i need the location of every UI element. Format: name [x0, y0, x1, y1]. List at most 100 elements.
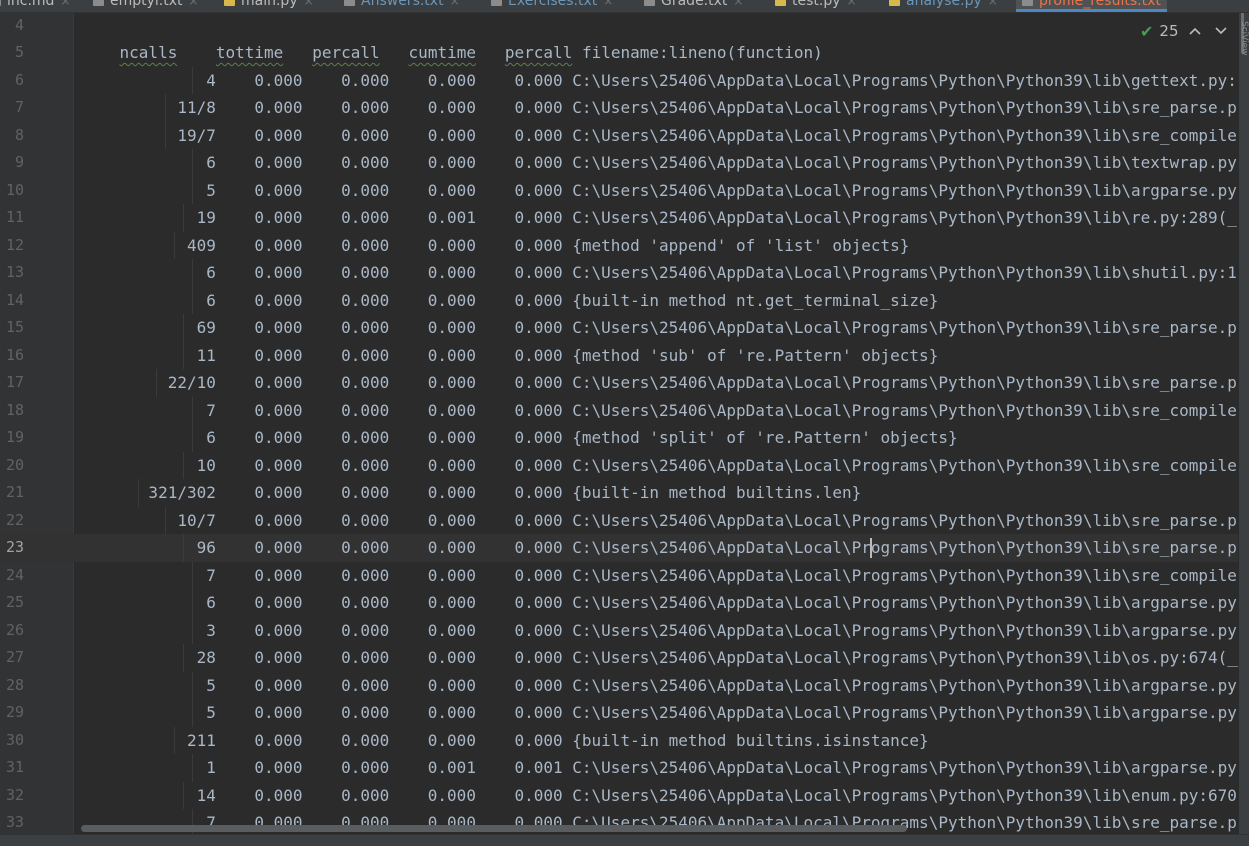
code-text: 6 0.000 0.000 0.000 0.000 C:\Users\25406…	[81, 153, 1239, 172]
close-icon[interactable]: ×	[847, 0, 857, 8]
code-text: 6 0.000 0.000 0.000 0.000 {method 'split…	[81, 428, 958, 447]
tab-emptyl-txt[interactable]: emptyl.txt ×	[93, 0, 199, 12]
line-number: 6	[14, 70, 24, 89]
code-line[interactable]: 19 6 0.000 0.000 0.000 0.000 {method 'sp…	[0, 424, 1239, 452]
close-icon[interactable]: ×	[733, 0, 743, 8]
check-icon: ✔	[1140, 21, 1154, 41]
code-text: 5 0.000 0.000 0.000 0.000 C:\Users\25406…	[81, 675, 1239, 695]
code-line[interactable]: 28 5 0.000 0.000 0.000 0.000 C:\Users\25…	[0, 671, 1239, 699]
code-line[interactable]: 12 409 0.000 0.000 0.000 0.000 {method '…	[0, 231, 1239, 259]
code-text: 5 0.000 0.000 0.000 0.000 C:\Users\25406…	[81, 703, 1239, 722]
line-number: 10	[5, 180, 24, 199]
code-line[interactable]: 30 211 0.000 0.000 0.000 0.000 {built-in…	[0, 726, 1239, 754]
tab-test-py[interactable]: test.py ×	[775, 0, 857, 12]
text-file-icon	[644, 0, 655, 6]
code-line[interactable]: 22 10/7 0.000 0.000 0.000 0.000 C:\Users…	[0, 506, 1239, 534]
code-line[interactable]: 23 96 0.000 0.000 0.000 0.000 C:\Users\2…	[0, 534, 1239, 562]
tab-grade-txt[interactable]: Grade.txt ×	[644, 0, 743, 12]
line-number: 9	[14, 153, 24, 171]
code-line[interactable]: 27 28 0.000 0.000 0.000 0.000 C:\Users\2…	[0, 644, 1239, 672]
tab-label: Grade.txt	[661, 0, 728, 9]
tab-inc-md[interactable]: inc.md ×	[0, 0, 71, 12]
code-line[interactable]: 8 19/7 0.000 0.000 0.000 0.000 C:\Users\…	[0, 121, 1239, 149]
code-line[interactable]: 21 321/302 0.000 0.000 0.000 0.000 {buil…	[0, 479, 1239, 507]
python-file-icon	[889, 0, 900, 6]
code-line[interactable]: 15 69 0.000 0.000 0.000 0.000 C:\Users\2…	[0, 314, 1239, 342]
chevron-down-icon	[1214, 26, 1227, 34]
line-number: 29	[5, 703, 24, 721]
code-text: 6 0.000 0.000 0.000 0.000 {built-in meth…	[81, 290, 939, 310]
code-line[interactable]: 32 14 0.000 0.000 0.000 0.000 C:\Users\2…	[0, 781, 1239, 809]
code-line[interactable]: 10 5 0.000 0.000 0.000 0.000 C:\Users\25…	[0, 176, 1239, 204]
code-text: 14 0.000 0.000 0.000 0.000 C:\Users\2540…	[81, 785, 1239, 805]
code-text: 5 0.000 0.000 0.000 0.000 C:\Users\25406…	[81, 180, 1239, 200]
python-file-icon	[224, 0, 235, 6]
tab-answers-txt[interactable]: Answers.txt ×	[344, 0, 460, 12]
column-header: ncalls tottime percall cumtime percall f…	[81, 39, 823, 67]
code-text: 6 0.000 0.000 0.000 0.000 C:\Users\25406…	[81, 593, 1239, 612]
code-text: 6 0.000 0.000 0.000 0.000 C:\Users\25406…	[81, 263, 1239, 282]
line-number: 31	[5, 758, 24, 776]
previous-highlight-button[interactable]	[1185, 24, 1205, 39]
line-number: 13	[5, 263, 24, 281]
code-line[interactable]: 31 1 0.000 0.000 0.001 0.001 C:\Users\25…	[0, 754, 1239, 782]
close-icon[interactable]: ×	[988, 0, 998, 8]
tab-profile-results-txt[interactable]: profile_results.txt	[1016, 0, 1167, 12]
code-text: 96 0.000 0.000 0.000 0.000 C:\Users\2540…	[81, 538, 1239, 557]
code-line[interactable]: 9 6 0.000 0.000 0.000 0.000 C:\Users\254…	[0, 149, 1239, 177]
code-line[interactable]: 18 7 0.000 0.000 0.000 0.000 C:\Users\25…	[0, 396, 1239, 424]
tab-label: analyse.py	[906, 0, 982, 9]
tab-label: test.py	[792, 0, 841, 9]
tab-analyse-py[interactable]: analyse.py ×	[889, 0, 998, 12]
text-file-icon	[93, 0, 104, 6]
chevron-up-icon	[1188, 27, 1201, 35]
editor-tab-bar: inc.md × emptyl.txt × main.py × Answers.txt × Ex…	[0, 0, 1249, 13]
close-icon[interactable]: ×	[450, 0, 460, 8]
code-line[interactable]: 17 22/10 0.000 0.000 0.000 0.000 C:\User…	[0, 369, 1239, 397]
close-icon[interactable]: ×	[304, 0, 314, 8]
code-text: 409 0.000 0.000 0.000 0.000 {method 'app…	[81, 235, 910, 255]
code-line[interactable]: 20 10 0.000 0.000 0.000 0.000 C:\Users\2…	[0, 451, 1239, 479]
code-line[interactable]: 7 11/8 0.000 0.000 0.000 0.000 C:\Users\…	[0, 94, 1239, 122]
close-icon[interactable]: ×	[189, 0, 199, 8]
line-number: 17	[5, 373, 24, 391]
code-line[interactable]: 16 11 0.000 0.000 0.000 0.000 {method 's…	[0, 341, 1239, 369]
line-number: 27	[5, 648, 24, 666]
line-number: 22	[5, 510, 24, 529]
line-number: 16	[5, 345, 24, 364]
code-line[interactable]: 24 7 0.000 0.000 0.000 0.000 C:\Users\25…	[0, 561, 1239, 589]
side-panel-label[interactable]: SciView	[1239, 21, 1249, 141]
next-highlight-button[interactable]	[1211, 24, 1231, 39]
line-number: 11	[5, 208, 24, 226]
code-text: 7 0.000 0.000 0.000 0.000 C:\Users\25406…	[81, 565, 1239, 585]
code-line[interactable]: 11 19 0.000 0.000 0.001 0.000 C:\Users\2…	[0, 204, 1239, 232]
code-editor[interactable]: 4 5 ncalls tottime percall cumtime percal…	[0, 13, 1239, 834]
close-icon[interactable]: ×	[60, 0, 70, 8]
code-line[interactable]: 14 6 0.000 0.000 0.000 0.000 {built-in m…	[0, 286, 1239, 314]
code-line[interactable]: 5 ncalls tottime percall cumtime percall…	[0, 39, 1239, 67]
code-line[interactable]: 25 6 0.000 0.000 0.000 0.000 C:\Users\25…	[0, 589, 1239, 617]
right-tool-strip[interactable]: SciView	[1238, 13, 1249, 834]
tab-label: Answers.txt	[361, 0, 444, 9]
horizontal-scrollbar-thumb[interactable]	[81, 825, 907, 832]
horizontal-scrollbar[interactable]	[75, 822, 1239, 834]
line-number: 7	[14, 98, 24, 116]
column-header-ncalls: ncalls	[119, 43, 178, 62]
code-line[interactable]: 4	[0, 13, 1239, 39]
line-number: 20	[5, 455, 24, 474]
tab-main-py[interactable]: main.py ×	[224, 0, 314, 12]
column-header-filename: filename:lineno(function)	[581, 43, 823, 62]
code-line[interactable]: 26 3 0.000 0.000 0.000 0.000 C:\Users\25…	[0, 616, 1239, 644]
code-line[interactable]: 6 4 0.000 0.000 0.000 0.000 C:\Users\254…	[0, 66, 1239, 94]
inspection-widget[interactable]: ✔ 25	[1140, 20, 1231, 42]
code-line[interactable]: 13 6 0.000 0.000 0.000 0.000 C:\Users\25…	[0, 259, 1239, 287]
column-header-cumtime: cumtime	[408, 43, 476, 62]
line-number: 18	[5, 400, 24, 419]
close-icon[interactable]: ×	[603, 0, 613, 8]
code-line[interactable]: 29 5 0.000 0.000 0.000 0.000 C:\Users\25…	[0, 699, 1239, 727]
tab-exercises-txt[interactable]: Exercises.txt ×	[491, 0, 613, 12]
code-text: 69 0.000 0.000 0.000 0.000 C:\Users\2540…	[81, 318, 1239, 337]
line-number: 28	[5, 675, 24, 694]
tab-label: profile_results.txt	[1039, 0, 1161, 9]
line-number: 5	[14, 43, 24, 61]
